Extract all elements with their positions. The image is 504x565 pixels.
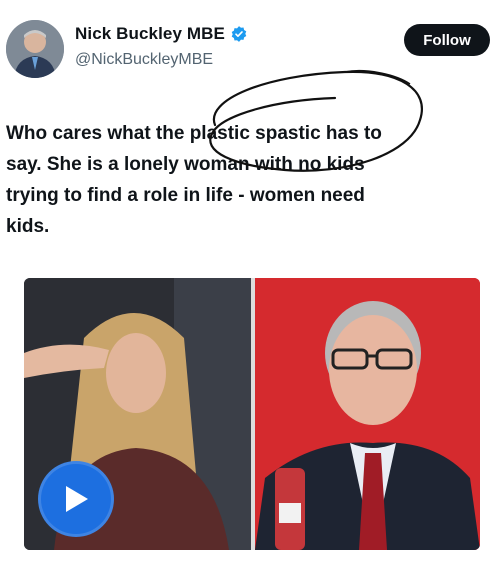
avatar-photo <box>6 20 64 78</box>
tweet-line: trying to find a role in life - women ne… <box>6 185 365 206</box>
tweet-line: kids. <box>6 216 50 237</box>
author-avatar[interactable] <box>6 20 64 78</box>
tweet-media[interactable] <box>24 278 480 550</box>
author-handle[interactable]: @NickBuckleyMBE <box>75 51 213 69</box>
tweet-line: say. She is a lonely woman with no kids <box>6 154 365 175</box>
play-icon <box>66 486 88 512</box>
verified-badge-icon <box>230 25 248 43</box>
follow-button[interactable]: Follow <box>404 24 490 56</box>
left-photo[interactable] <box>24 278 251 550</box>
tweet-line: Who cares what the plastic spastic has t… <box>6 123 382 144</box>
tweet-card: Nick Buckley MBE @NickBuckleyMBE Follow … <box>0 0 504 565</box>
man-photo <box>255 278 480 550</box>
right-photo[interactable] <box>255 278 480 550</box>
play-video-button[interactable] <box>38 461 114 537</box>
author-name-row: Nick Buckley MBE <box>75 24 248 44</box>
tweet-header: Nick Buckley MBE @NickBuckleyMBE Follow <box>0 0 504 90</box>
author-display-name[interactable]: Nick Buckley MBE <box>75 24 225 44</box>
tweet-text: Who cares what the plastic spastic has t… <box>6 118 494 242</box>
